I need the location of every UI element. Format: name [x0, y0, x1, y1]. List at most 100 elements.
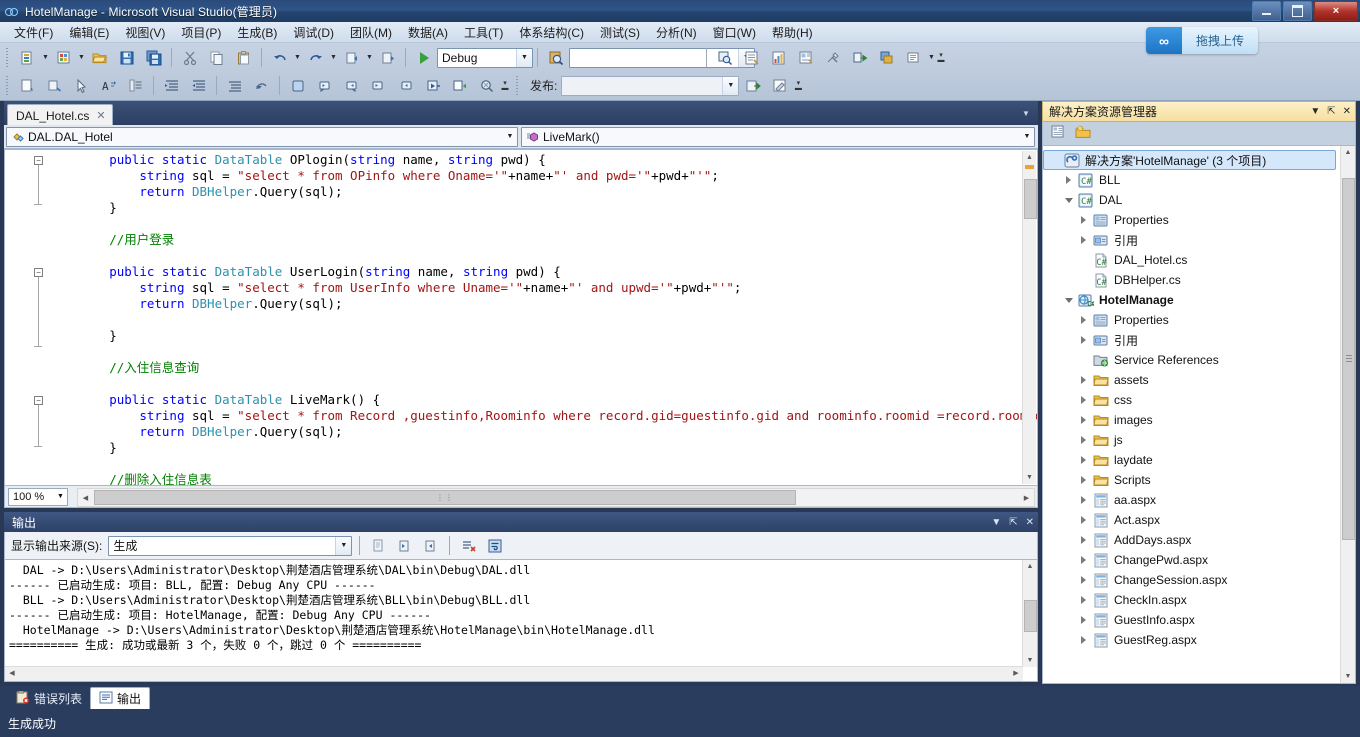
- tree-expander-icon[interactable]: [1064, 195, 1075, 206]
- save-icon[interactable]: [114, 46, 139, 70]
- scroll-down-icon[interactable]: ▼: [1341, 670, 1355, 683]
- close-icon[interactable]: ✕: [1343, 106, 1351, 117]
- chevron-down-icon[interactable]: ▼: [1020, 128, 1034, 146]
- close-icon[interactable]: ✕: [1026, 517, 1034, 528]
- tree-item-images[interactable]: images: [1043, 410, 1340, 430]
- paste-icon[interactable]: [231, 46, 256, 70]
- new-project-icon[interactable]: [15, 46, 40, 70]
- comment-icon[interactable]: [15, 74, 40, 98]
- tree-item-properties[interactable]: Properties: [1043, 310, 1340, 330]
- tree-item-[interactable]: 引用: [1043, 230, 1340, 250]
- properties-window-icon[interactable]: [739, 46, 764, 70]
- tree-item-js[interactable]: js: [1043, 430, 1340, 450]
- pin-icon[interactable]: ⇱: [1009, 517, 1017, 528]
- chevron-down-icon[interactable]: ▼: [335, 537, 351, 555]
- object-browser-icon[interactable]: [793, 46, 818, 70]
- toolbox-icon[interactable]: [766, 46, 791, 70]
- tree-expander-icon[interactable]: [1079, 555, 1090, 566]
- toolbar-grip[interactable]: [4, 48, 11, 67]
- menu-item-8[interactable]: 工具(T): [456, 22, 511, 43]
- tree-item-checkin-aspx[interactable]: CheckIn.aspx: [1043, 590, 1340, 610]
- tree-expander-icon[interactable]: [1079, 475, 1090, 486]
- clear-all-icon[interactable]: [457, 534, 480, 557]
- tree-item-assets[interactable]: assets: [1043, 370, 1340, 390]
- new-item-dropdown-icon[interactable]: ▼: [77, 47, 86, 69]
- solution-explorer-tree[interactable]: 解决方案'HotelManage' (3 个项目)C#BLLC#DALPrope…: [1042, 146, 1356, 684]
- tree-item-aa-aspx[interactable]: aa.aspx: [1043, 490, 1340, 510]
- tree-expander-icon[interactable]: [1079, 235, 1090, 246]
- redo-icon[interactable]: [303, 46, 328, 70]
- tree-expander-icon[interactable]: [1079, 495, 1090, 506]
- new-item-icon[interactable]: [51, 46, 76, 70]
- publish-web-icon[interactable]: [740, 74, 765, 98]
- go-to-previous-icon[interactable]: [393, 534, 416, 557]
- output-text-area[interactable]: DAL -> D:\Users\Administrator\Desktop\荆楚…: [4, 560, 1038, 682]
- increase-indent-icon[interactable]: [159, 74, 184, 98]
- step-into-icon[interactable]: [420, 74, 445, 98]
- next-bookmark-folder-icon[interactable]: [393, 74, 418, 98]
- tree-item-dal[interactable]: C#DAL: [1043, 190, 1340, 210]
- navigate-backward-dropdown-icon[interactable]: ▼: [365, 47, 374, 69]
- scroll-up-icon[interactable]: ▲: [1341, 146, 1355, 159]
- tree-expander-icon[interactable]: [1079, 535, 1090, 546]
- output-window-icon[interactable]: [901, 46, 926, 70]
- new-project-dropdown-icon[interactable]: ▼: [41, 47, 50, 69]
- menu-item-3[interactable]: 项目(P): [173, 22, 229, 43]
- menu-item-12[interactable]: 窗口(W): [705, 22, 764, 43]
- solution-explorer-icon[interactable]: [712, 46, 737, 70]
- undo-icon[interactable]: [267, 46, 292, 70]
- indent-block-icon[interactable]: [123, 74, 148, 98]
- menu-item-9[interactable]: 体系结构(C): [511, 22, 592, 43]
- close-icon[interactable]: ✕: [96, 109, 105, 122]
- tree-expander-icon[interactable]: [1079, 515, 1090, 526]
- tree-expander-icon[interactable]: [1079, 375, 1090, 386]
- scroll-left-icon[interactable]: ◀: [5, 667, 19, 681]
- tree-item-hotelmanage-3[interactable]: 解决方案'HotelManage' (3 个项目): [1043, 150, 1336, 170]
- scrollbar-thumb[interactable]: [1024, 600, 1037, 632]
- word-wrap-icon[interactable]: [483, 534, 506, 557]
- tree-expander-icon[interactable]: [1079, 575, 1090, 586]
- code-editor[interactable]: − − − public static DataTable OPlogin(st…: [4, 149, 1038, 486]
- toolbar-overflow-icon[interactable]: ▾▬: [500, 75, 510, 97]
- menu-item-5[interactable]: 调试(D): [285, 22, 342, 43]
- find-message-icon[interactable]: [367, 534, 390, 557]
- tree-expander-icon[interactable]: [1079, 335, 1090, 346]
- scrollbar-thumb[interactable]: [1024, 179, 1037, 219]
- menu-item-7[interactable]: 数据(A): [400, 22, 456, 43]
- type-navigation-select[interactable]: DAL.DAL_Hotel ▼: [6, 127, 518, 147]
- chevron-down-icon[interactable]: ▼: [991, 517, 1001, 528]
- previous-bookmark-icon[interactable]: [312, 74, 337, 98]
- tree-item-dal-hotel-cs[interactable]: C#DAL_Hotel.cs: [1043, 250, 1340, 270]
- tree-expander-icon[interactable]: [1079, 615, 1090, 626]
- tree-item-dbhelper-cs[interactable]: C#DBHelper.cs: [1043, 270, 1340, 290]
- step-over-icon[interactable]: [447, 74, 472, 98]
- redo-dropdown-icon[interactable]: ▼: [329, 47, 338, 69]
- chevron-down-icon[interactable]: ▼: [516, 49, 532, 67]
- tree-expander-icon[interactable]: [1079, 395, 1090, 406]
- tree-vertical-scrollbar[interactable]: ▲ ▼: [1340, 146, 1355, 683]
- undo-dropdown-icon[interactable]: ▼: [293, 47, 302, 69]
- baidu-upload-button[interactable]: ∞ 拖拽上传: [1146, 27, 1258, 54]
- scrollbar-thumb[interactable]: [1342, 178, 1355, 540]
- go-to-next-icon[interactable]: [419, 534, 442, 557]
- scrollbar-thumb[interactable]: ⋮⋮: [94, 490, 796, 505]
- menu-item-11[interactable]: 分析(N): [648, 22, 705, 43]
- tree-item-guestinfo-aspx[interactable]: GuestInfo.aspx: [1043, 610, 1340, 630]
- tree-expander-icon[interactable]: [1079, 455, 1090, 466]
- pin-icon[interactable]: ⇱: [1327, 106, 1335, 117]
- editor-horizontal-scrollbar[interactable]: ◀ ⋮⋮ ▶: [77, 488, 1035, 507]
- solution-configuration-select[interactable]: Debug ▼: [437, 48, 533, 68]
- collapse-icon[interactable]: [222, 74, 247, 98]
- fold-toggle-icon[interactable]: −: [34, 156, 43, 165]
- bottom-tab-error-list[interactable]: 错误列表: [8, 688, 90, 709]
- tree-expander-icon[interactable]: [1064, 295, 1075, 306]
- menu-item-1[interactable]: 编辑(E): [61, 22, 117, 43]
- stop-outlining-icon[interactable]: [249, 74, 274, 98]
- menu-item-2[interactable]: 视图(V): [117, 22, 173, 43]
- tab-dal-hotel-cs[interactable]: DAL_Hotel.cs ✕: [7, 104, 113, 126]
- scroll-left-icon[interactable]: ◀: [78, 494, 93, 502]
- clear-bookmarks-icon[interactable]: [474, 74, 499, 98]
- code-text[interactable]: public static DataTable OPlogin(string n…: [49, 152, 1023, 486]
- output-horizontal-scrollbar[interactable]: ◀ ▶: [5, 666, 1023, 681]
- next-bookmark-icon[interactable]: [339, 74, 364, 98]
